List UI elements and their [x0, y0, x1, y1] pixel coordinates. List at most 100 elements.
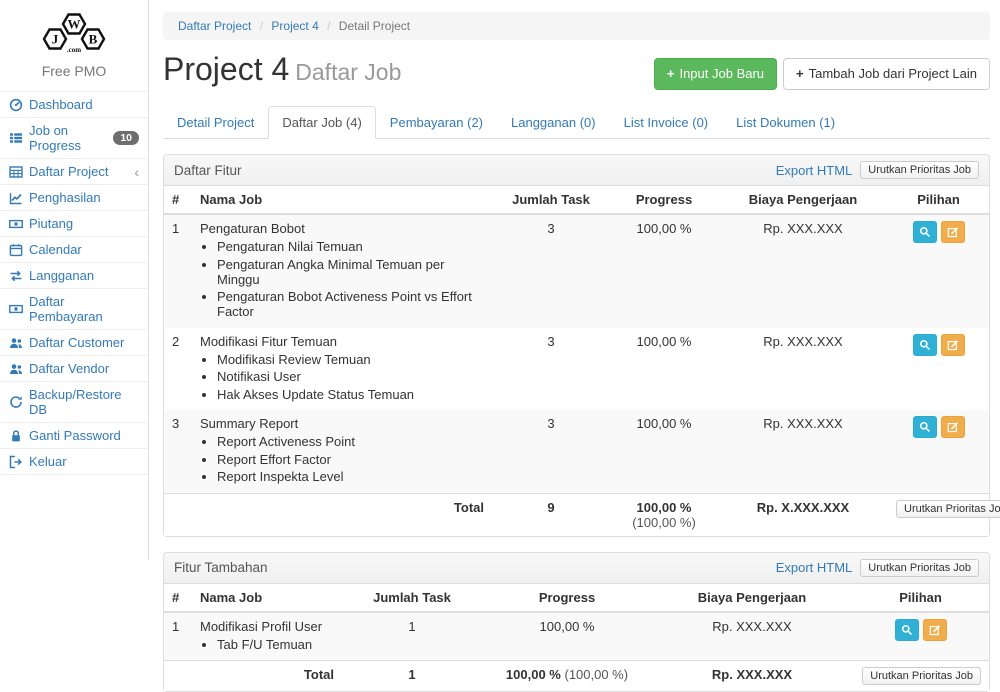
tab-list-dokumen[interactable]: List Dokumen (1): [722, 106, 849, 139]
search-icon: [901, 624, 913, 636]
page-subtitle: Daftar Job: [295, 59, 401, 85]
tab-langganan[interactable]: Langganan (0): [497, 106, 610, 139]
table-total-row: Total 1 100,00 % (100,00 %) Rp. XXX.XXX …: [164, 661, 989, 692]
sidebar-item-daftar-customer[interactable]: Daftar Customer: [0, 330, 148, 355]
breadcrumb: Daftar Project / Project 4 / Detail Proj…: [163, 12, 990, 40]
sidebar-item-daftar-project[interactable]: Daftar Project ‹: [0, 159, 148, 184]
edit-job-button[interactable]: [941, 416, 965, 438]
edit-pencil-icon: [947, 421, 959, 433]
page-header: Project 4Daftar Job + Input Job Baru + T…: [163, 52, 990, 90]
tab-pembayaran[interactable]: Pembayaran (2): [376, 106, 497, 139]
edit-pencil-icon: [929, 624, 941, 636]
users-icon: [9, 362, 23, 376]
project-tabs: Detail Project Daftar Job (4) Pembayaran…: [163, 106, 990, 139]
plus-icon: +: [667, 65, 675, 83]
total-progress: 100,00 %: [637, 500, 692, 515]
tab-daftar-job[interactable]: Daftar Job (4): [268, 106, 375, 139]
users-icon: [9, 336, 23, 350]
edit-job-button[interactable]: [941, 334, 965, 356]
exchange-icon: [9, 269, 23, 283]
table-total-row: Total 9 100,00 % (100,00 %) Rp. X.XXX.XX…: [164, 493, 989, 536]
sidebar-item-calendar[interactable]: Calendar: [0, 237, 148, 262]
svg-text:J: J: [52, 32, 59, 47]
col-no: #: [164, 186, 192, 214]
progress-value: 100,00 %: [610, 214, 718, 328]
tab-detail-project[interactable]: Detail Project: [163, 106, 268, 139]
export-html-link[interactable]: Export HTML: [776, 560, 853, 575]
sidebar-item-ganti-password[interactable]: Ganti Password: [0, 423, 148, 448]
search-icon: [919, 421, 931, 433]
sidebar-item-keluar[interactable]: Keluar: [0, 449, 148, 474]
sidebar-item-daftar-vendor[interactable]: Daftar Vendor: [0, 356, 148, 381]
edit-job-button[interactable]: [923, 619, 947, 641]
col-nama-job: Nama Job: [192, 584, 342, 612]
view-job-button[interactable]: [913, 334, 937, 356]
progress-value: 100,00 %: [610, 410, 718, 493]
col-progress: Progress: [610, 186, 718, 214]
money-icon: [9, 217, 23, 231]
view-job-button[interactable]: [913, 416, 937, 438]
page-title: Project 4Daftar Job: [163, 52, 401, 87]
search-icon: [919, 339, 931, 351]
table-row: 1 Modifikasi Profil User Tab F/U Temuan …: [164, 612, 989, 661]
cost-value: Rp. XXX.XXX: [652, 612, 852, 661]
input-job-baru-button[interactable]: + Input Job Baru: [654, 58, 777, 90]
breadcrumb-separator: /: [255, 19, 268, 33]
sidebar-item-backup-restore-db[interactable]: Backup/Restore DB: [0, 382, 148, 422]
urutkan-prioritas-job-button[interactable]: Urutkan Prioritas Job: [860, 559, 979, 577]
urutkan-prioritas-job-button[interactable]: Urutkan Prioritas Job: [896, 500, 1000, 518]
col-no: #: [164, 584, 192, 612]
sidebar-item-piutang[interactable]: Piutang: [0, 211, 148, 236]
panel-title: Fitur Tambahan: [174, 560, 776, 575]
line-chart-icon: [9, 191, 23, 205]
sidebar-item-langganan[interactable]: Langganan: [0, 263, 148, 288]
col-pilihan: Pilihan: [852, 584, 989, 612]
task-count: 1: [342, 612, 482, 661]
col-jumlah-task: Jumlah Task: [492, 186, 610, 214]
svg-text:B: B: [89, 32, 98, 47]
sidebar-item-penghasilan[interactable]: Penghasilan: [0, 185, 148, 210]
edit-job-button[interactable]: [941, 221, 965, 243]
cost-value: Rp. XXX.XXX: [718, 410, 888, 493]
sidebar-item-daftar-pembayaran[interactable]: Daftar Pembayaran: [0, 289, 148, 329]
view-job-button[interactable]: [895, 619, 919, 641]
col-biaya-pengerjaan: Biaya Pengerjaan: [718, 186, 888, 214]
total-cost: Rp. XXX.XXX: [652, 661, 852, 692]
list-icon: [9, 131, 23, 145]
main-content: Daftar Project / Project 4 / Detail Proj…: [163, 0, 990, 692]
table-header-row: # Nama Job Jumlah Task Progress Biaya Pe…: [164, 186, 989, 214]
total-progress: 100,00 %: [506, 667, 561, 682]
fitur-tambahan-table: # Nama Job Jumlah Task Progress Biaya Pe…: [164, 584, 989, 692]
svg-text:W: W: [68, 17, 81, 32]
job-name: Modifikasi Fitur Temuan: [200, 334, 484, 349]
progress-value: 100,00 %: [482, 612, 652, 661]
sidebar-menu: Dashboard Job on Progress 10 Daftar Proj…: [0, 91, 148, 475]
edit-pencil-icon: [947, 226, 959, 238]
tambah-job-dari-project-lain-button[interactable]: + Tambah Job dari Project Lain: [783, 58, 990, 90]
sidebar-item-dashboard[interactable]: Dashboard: [0, 92, 148, 117]
money-icon: [9, 302, 23, 316]
total-label: Total: [192, 493, 492, 536]
tab-list-invoice[interactable]: List Invoice (0): [610, 106, 723, 139]
app-logo: W J B .com: [0, 0, 148, 59]
subtask-list: Tab F/U Temuan: [200, 637, 334, 652]
total-tasks: 9: [492, 493, 610, 536]
breadcrumb-current: Detail Project: [339, 19, 410, 33]
panel-title: Daftar Fitur: [174, 163, 776, 178]
sidebar-item-job-on-progress[interactable]: Job on Progress 10: [0, 118, 148, 158]
view-job-button[interactable]: [913, 221, 937, 243]
subtask-list: Modifikasi Review Temuan Notifikasi User…: [200, 352, 484, 402]
edit-pencil-icon: [947, 339, 959, 351]
urutkan-prioritas-job-button[interactable]: Urutkan Prioritas Job: [860, 161, 979, 179]
lock-icon: [9, 429, 23, 443]
table-header-row: # Nama Job Jumlah Task Progress Biaya Pe…: [164, 584, 989, 612]
breadcrumb-project-4[interactable]: Project 4: [271, 19, 318, 33]
total-progress-note: (100,00 %): [564, 667, 628, 682]
cost-value: Rp. XXX.XXX: [718, 328, 888, 411]
urutkan-prioritas-job-button[interactable]: Urutkan Prioritas Job: [862, 667, 981, 685]
export-html-link[interactable]: Export HTML: [776, 163, 853, 178]
col-pilihan: Pilihan: [888, 186, 989, 214]
breadcrumb-daftar-project[interactable]: Daftar Project: [178, 19, 251, 33]
jwb-logo-icon: W J B .com: [28, 8, 120, 54]
brand-name: Free PMO: [0, 63, 148, 79]
